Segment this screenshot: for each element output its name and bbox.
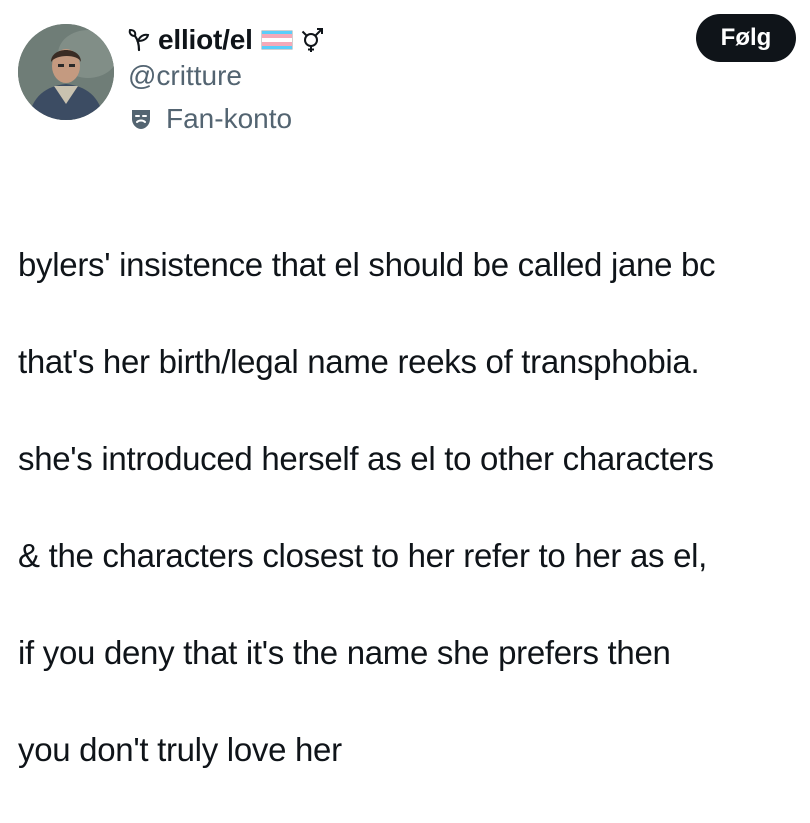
account-label: Fan-konto (166, 103, 293, 134)
avatar[interactable] (18, 24, 114, 120)
tweet-card: elliot/el @critture Fan-konto Følg byler… (0, 0, 810, 768)
theater-mask-icon (128, 106, 154, 132)
leaf-sprout-icon (128, 28, 150, 52)
tweet-text-line: if you deny that it's the name she prefe… (18, 633, 671, 671)
author-name-row[interactable]: elliot/el (128, 22, 325, 58)
gender-symbol-icon (301, 27, 325, 53)
author-handle[interactable]: @critture (128, 60, 242, 92)
tweet-text-line: that's her birth/legal name reeks of tra… (18, 342, 700, 380)
trans-flag-icon (260, 30, 293, 50)
follow-button[interactable]: Følg (696, 14, 796, 62)
avatar-image (18, 24, 114, 120)
tweet-text-line: bylers' insistence that el should be cal… (18, 245, 716, 283)
tweet-text: bylers' insistence that el should be cal… (18, 192, 808, 823)
tweet-text-line: & the characters closest to her refer to… (18, 536, 708, 574)
tweet-text-line: you don't truly love her (18, 730, 342, 768)
tweet-text-line: she's introduced herself as el to other … (18, 439, 714, 477)
account-label-row: Fan-konto (128, 103, 292, 135)
author-display-name[interactable]: elliot/el (158, 24, 253, 56)
